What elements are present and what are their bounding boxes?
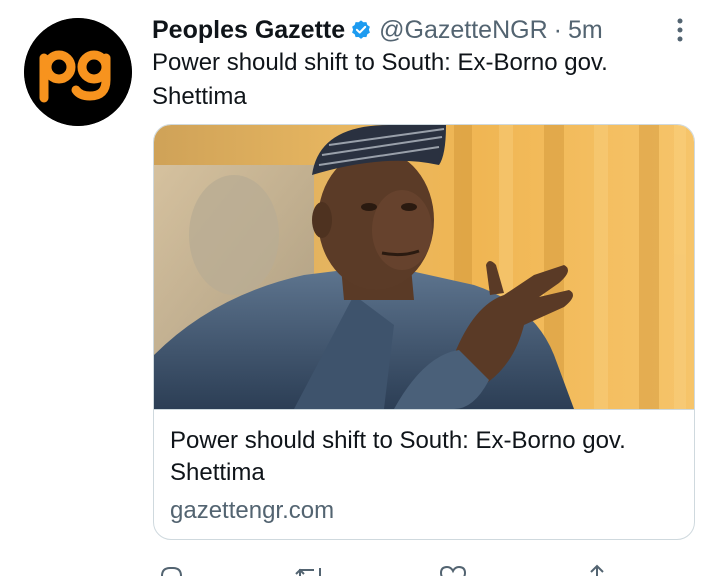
separator-dot: · xyxy=(553,15,562,44)
tweet-actions xyxy=(152,562,692,576)
share-icon[interactable] xyxy=(582,562,612,576)
tweet[interactable]: Peoples Gazette @GazetteNGR · 5m Power s… xyxy=(0,0,720,576)
peoples-gazette-logo-icon xyxy=(24,18,132,126)
verified-badge-icon xyxy=(350,19,372,41)
tweet-header: Peoples Gazette @GazetteNGR · 5m xyxy=(152,12,603,48)
retweet-icon[interactable] xyxy=(292,562,328,576)
handle[interactable]: @GazetteNGR xyxy=(379,16,547,45)
display-name[interactable]: Peoples Gazette xyxy=(152,16,345,45)
card-image[interactable] xyxy=(154,125,694,410)
timestamp[interactable]: 5m xyxy=(568,16,603,45)
like-icon[interactable] xyxy=(438,562,468,576)
reply-icon[interactable] xyxy=(156,562,186,576)
tweet-text: Power should shift to South: Ex-Borno go… xyxy=(152,49,608,110)
card-title[interactable]: Power should shift to South: Ex-Borno go… xyxy=(170,425,680,489)
avatar[interactable] xyxy=(24,18,132,126)
card-domain[interactable]: gazettengr.com xyxy=(170,495,334,527)
more-vertical-icon[interactable] xyxy=(670,16,690,46)
link-card[interactable]: Power should shift to South: Ex-Borno go… xyxy=(153,124,695,540)
